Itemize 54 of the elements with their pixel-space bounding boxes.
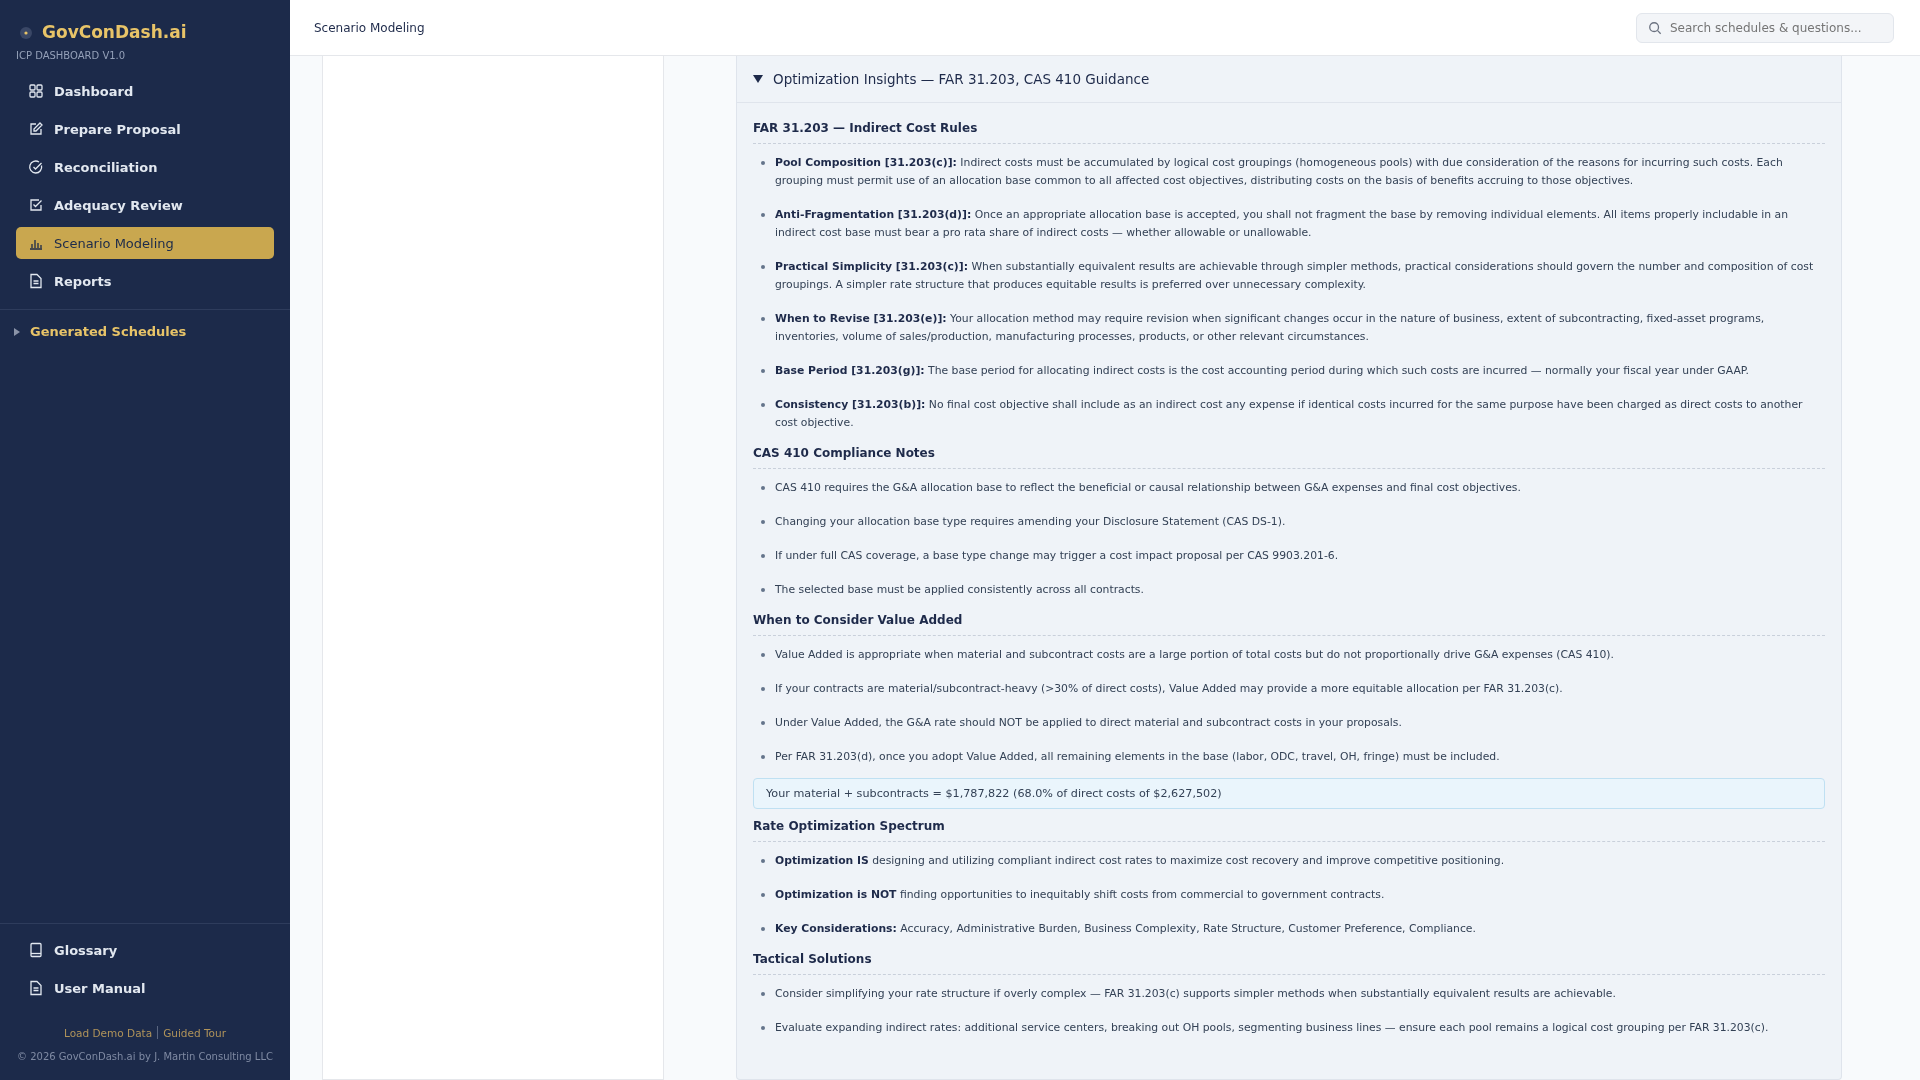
guidance-text: Consistency [31.203(b)]: No final cost objective shall include as an indirect cost any expense if identical costs incurred for the same purpose have been charged as direct costs to another cost objective.	[775, 397, 1804, 431]
guidance-text: Evaluate expanding indirect rates: additional service centers, breaking out OH pools, segmenting business lines — ensure each pool remains a logical cost grouping per FAR 31.203(c).	[775, 1020, 1769, 1036]
nav-item[interactable]: Reconciliation	[16, 151, 274, 183]
guidance-text: Under Value Added, the G&A rate should NOT be applied to direct material and subcontract costs in your proposals.	[775, 715, 1402, 731]
guidance-text: When to Revise [31.203(e)]: Your allocation method may require revision when significant changes occur in the nature of business, extent of subcontracting, fixed-asset programs, inventories, volume of sales/production, manufacturing processes, products, or other relevant circumstances.	[775, 311, 1766, 345]
nav-item[interactable]: Reports	[16, 265, 274, 297]
guidance-text: If under full CAS coverage, a base type change may trigger a cost impact proposal per CAS 9903.201-6.	[775, 548, 1339, 564]
page-title: Scenario Modeling	[314, 20, 425, 35]
guidance-text: Key Considerations: Accuracy, Administrative Burden, Business Complexity, Rate Structure, Customer Preference, Compliance.	[775, 921, 1476, 937]
book-icon	[28, 942, 44, 958]
guidance-text: Base Period [31.203(g)]: The base period for allocating indirect costs is the cost accounting period during which such costs are incurred — normally your fiscal year under GAAP.	[775, 363, 1750, 379]
document-icon	[28, 273, 44, 289]
info-note: Your material + subcontracts = $1,787,822 (68.0% of direct costs of $2,627,502)	[753, 778, 1825, 809]
guidance-text: Anti-Fragmentation [31.203(d)]: Once an appropriate allocation base is accepted, you shall not fragment the base by removing individual elements. All items properly includable in an indirect cost base must bear a pro rata share of indirect costs — whether allowable or unallowable.	[775, 207, 1790, 241]
checkbox-icon	[28, 197, 44, 213]
guidance-text: Practical Simplicity [31.203(c)]: When substantially equivalent results are achievable through simpler methods, practical considerations should govern the number and composition of cost groupings. A simpler rate structure that produces equitable results is preferred over unnecessary complexity.	[775, 259, 1815, 293]
nav-item[interactable]: Dashboard	[16, 75, 274, 107]
brand-name: GovConDash.ai	[42, 22, 187, 42]
guidance-text: Changing your allocation base type requires amending your Disclosure Statement (CAS DS-1).	[775, 514, 1286, 530]
copyright-text: © 2026 GovConDash.ai by J. Martin Consulting LLC	[16, 1050, 274, 1064]
footer-link[interactable]: Guided Tour	[163, 1026, 226, 1039]
guidance-text: Value Added is appropriate when material and subcontract costs are a large portion of total costs but do not proportionally drive G&A expenses (CAS 410).	[775, 647, 1614, 663]
caret-icon	[14, 327, 20, 336]
panel-header[interactable]: Optimization Insights — FAR 31.203, CAS 410 Guidance	[737, 56, 1841, 103]
guidance-text: If your contracts are material/subcontract-heavy (>30% of direct costs), Value Added may provide a more equitable allocation per FAR 31.203(c).	[775, 681, 1563, 697]
guidance-text: Optimization IS designing and utilizing compliant indirect cost rates to maximize cost recovery and improve competitive positioning.	[775, 853, 1505, 869]
caret-icon	[753, 75, 763, 83]
section-heading: Rate Optimization Spectrum	[753, 819, 1825, 842]
guidance-text: Consider simplifying your rate structure if overly complex — FAR 31.203(c) supports simpler methods when substantially equivalent results are achievable.	[775, 986, 1616, 1002]
search-icon	[1648, 20, 1662, 35]
section-heading: Tactical Solutions	[753, 952, 1825, 975]
guidance-text: The selected base must be applied consistently across all contracts.	[775, 582, 1144, 598]
nav-item[interactable]: Adequacy Review	[16, 189, 274, 221]
section-heading: CAS 410 Compliance Notes	[753, 446, 1825, 469]
panel-title: Optimization Insights — FAR 31.203, CAS 410 Guidance	[773, 71, 1150, 87]
app-version: ICP DASHBOARD V1.0	[15, 49, 127, 61]
group-toggle[interactable]: Generated Schedules	[0, 310, 290, 353]
section-heading: When to Consider Value Added	[753, 613, 1825, 636]
guidance-text: Optimization is NOT finding opportunities to inequitably shift costs from commercial to government contracts.	[775, 887, 1385, 903]
nav-item[interactable]: User Manual	[16, 972, 274, 1004]
check-circle-icon	[28, 159, 44, 175]
nav-item[interactable]: Glossary	[16, 934, 274, 966]
edit-icon	[28, 121, 44, 137]
nav-item[interactable]: Prepare Proposal	[16, 113, 274, 145]
document-icon	[28, 980, 44, 996]
search-field[interactable]: Search schedules & questions...	[1636, 12, 1894, 43]
guidance-text: Per FAR 31.203(d), once you adopt Value Added, all remaining elements in the base (labor, ODC, travel, OH, fringe) must be included.	[775, 749, 1500, 765]
footer-link[interactable]: Load Demo Data	[64, 1026, 153, 1039]
nav-item[interactable]: Scenario Modeling	[16, 227, 274, 259]
guidance-text: Pool Composition [31.203(c)]: Indirect costs must be accumulated by logical cost groupings (homogeneous pools) with due consideration of the reasons for incurring such costs. Each grouping must permit use of an allocation base common to all affected cost objectives, distributing costs on the basis of benefits accruing to those objectives.	[775, 155, 1784, 189]
logo-icon	[18, 24, 34, 40]
section-heading: FAR 31.203 — Indirect Cost Rules	[753, 121, 1825, 144]
guidance-text: CAS 410 requires the G&A allocation base to reflect the beneficial or causal relationship between G&A expenses and final cost objectives.	[775, 480, 1521, 496]
grid-icon	[28, 83, 44, 99]
